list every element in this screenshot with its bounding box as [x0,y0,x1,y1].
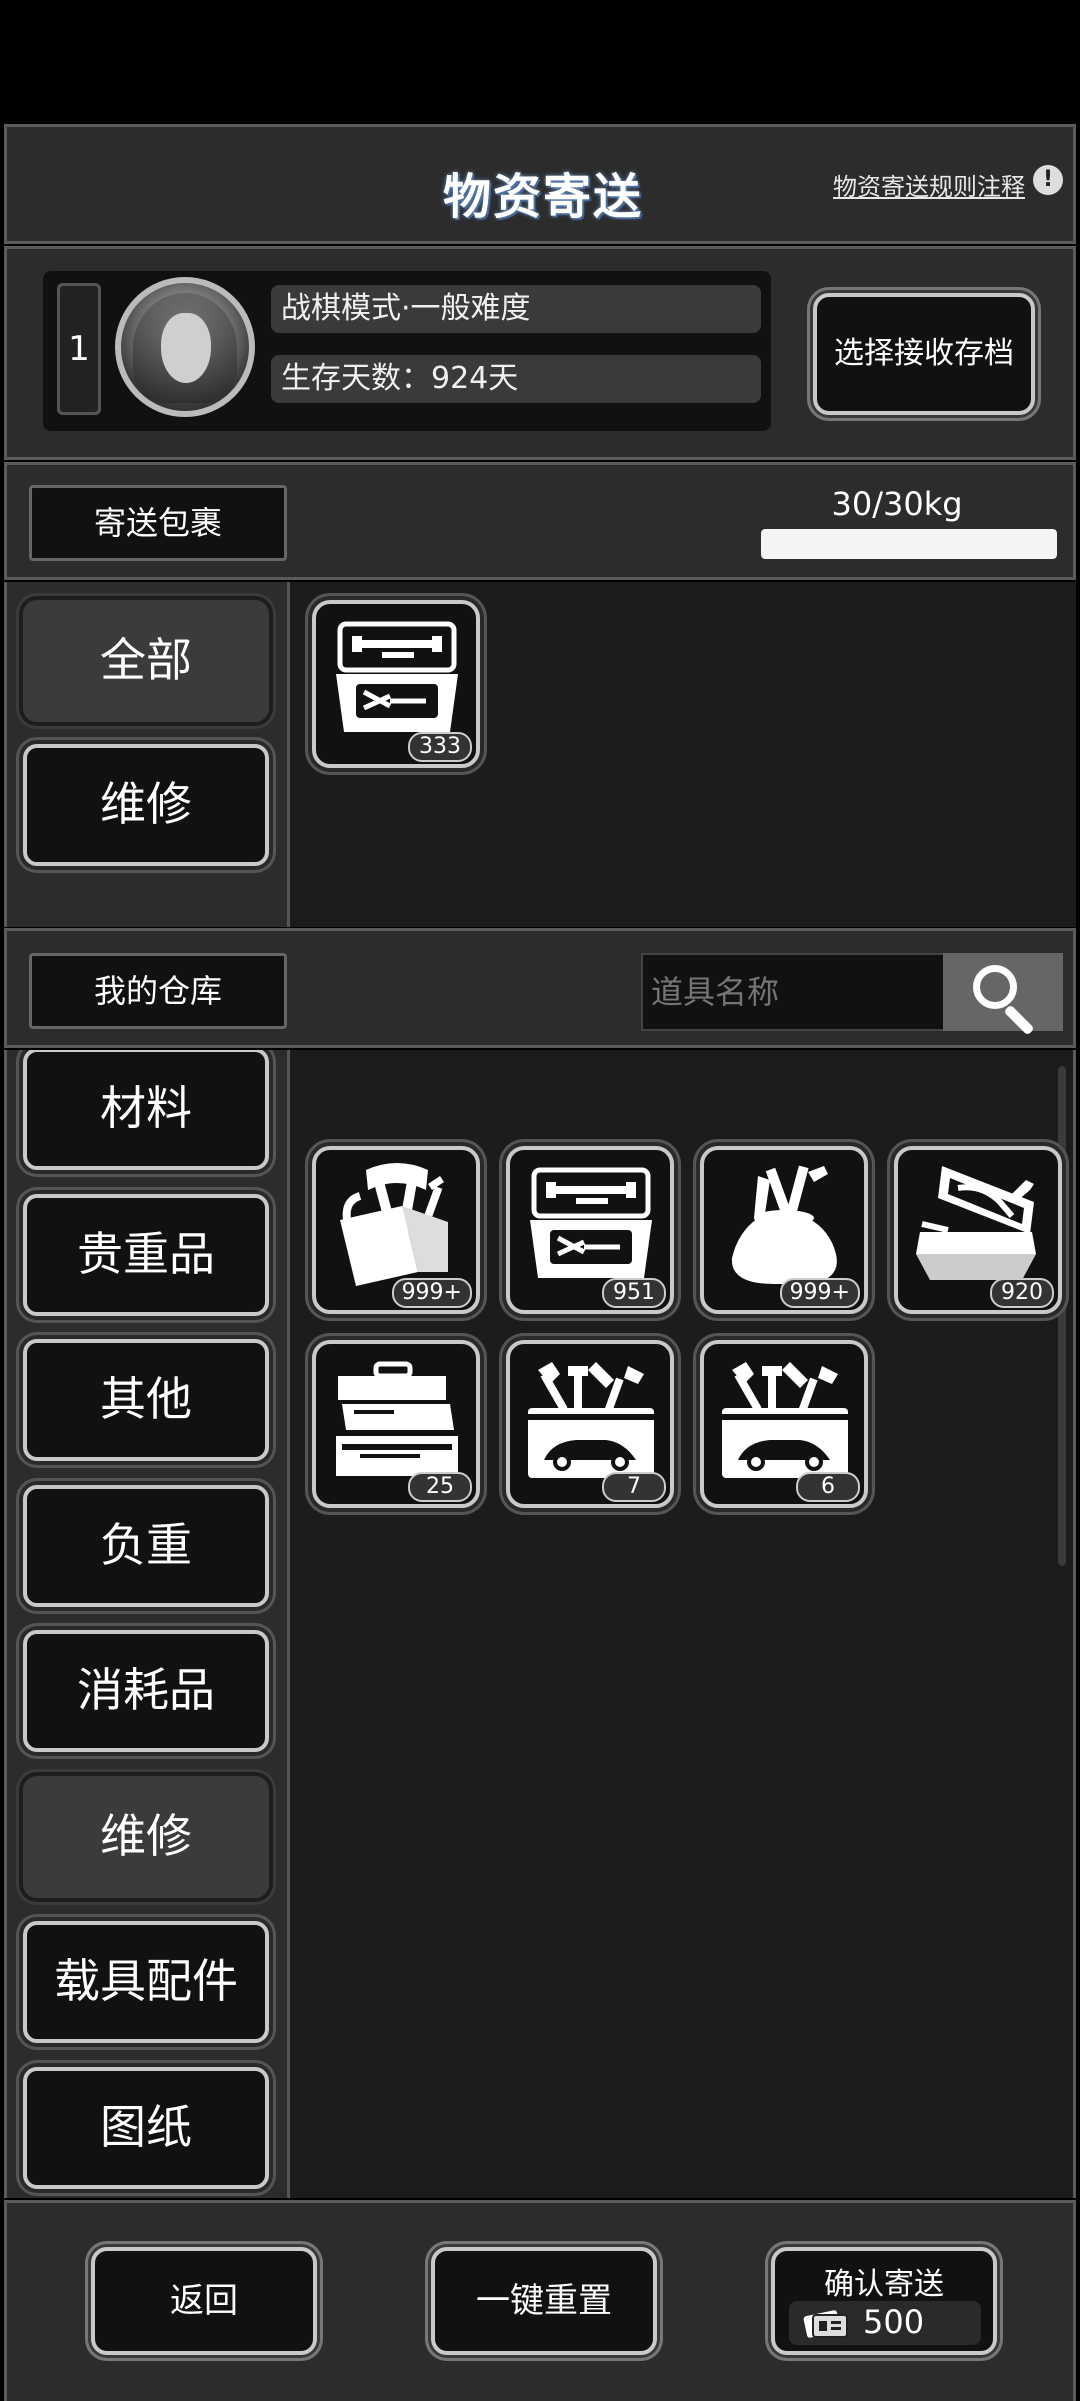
category-tab-8[interactable]: 图纸 [23,2066,269,2189]
save-card: 1 战棋模式·一般难度 生存天数：924天 [43,271,771,431]
category-tab-5[interactable]: 消耗品 [23,1630,269,1752]
tool-bag-icon [340,1163,448,1286]
warehouse-label: 我的仓库 [29,953,287,1029]
item-quantity: 333 [408,732,472,762]
weight-bar-fill [761,529,1057,559]
category-tab-2[interactable]: 贵重品 [23,1193,269,1316]
item-slot[interactable]: 999+ [700,1146,868,1314]
tool-sack-icon [731,1165,837,1284]
weight-text: 30/30kg [831,485,963,523]
car-repair-kit-icon [722,1362,848,1478]
category-tab-1[interactable]: 全部 [23,600,269,722]
category-tab-1[interactable]: 材料 [23,1050,269,1170]
avatar [115,277,255,417]
cost-box: 500 [789,2301,981,2345]
weight-bar [761,529,1057,559]
item-quantity: 999+ [779,1278,860,1308]
reset-button[interactable]: 一键重置 [431,2247,657,2355]
item-slot[interactable]: 6 [700,1340,868,1508]
back-button[interactable]: 返回 [91,2247,317,2355]
car-repair-kit-icon [528,1362,654,1478]
search-input[interactable] [641,953,945,1031]
cost-value: 500 [863,2303,925,2341]
rules-link[interactable]: 物资寄送规则注释 [833,167,1025,202]
avatar-face [161,313,211,383]
item-quantity: 951 [602,1278,666,1308]
select-receive-save-button[interactable]: 选择接收存档 [813,293,1035,415]
item-slot[interactable]: 951 [506,1146,674,1314]
item-quantity: 25 [408,1472,472,1502]
warehouse-item-grid: 999+ 951 999+ 920 25 7 6 [287,1050,1073,2198]
save-profile-bar: 1 战棋模式·一般难度 生存天数：924天 选择接收存档 [4,246,1076,460]
item-slot[interactable]: 999+ [312,1146,480,1314]
info-icon[interactable]: ! [1033,165,1063,195]
item-slot[interactable]: 7 [506,1340,674,1508]
category-tab-7[interactable]: 载具配件 [23,1921,269,2043]
pliers-case-icon [916,1166,1036,1280]
toolbox-open-icon [530,1167,652,1278]
confirm-send-label: 确认寄送 [824,2267,944,2302]
scrollbar[interactable] [1058,1066,1066,1566]
category-tab-4[interactable]: 负重 [23,1484,269,1607]
item-slot[interactable]: 920 [894,1146,1062,1314]
package-panel: 333 全部维修 [4,582,1076,927]
ticket-icon [803,2310,848,2338]
search-icon [943,953,1063,1036]
item-quantity: 999+ [391,1278,472,1308]
warehouse-panel: 999+ 951 999+ 920 25 7 6 材料 贵重品 其他 负重 消耗… [4,1050,1076,2198]
item-slot[interactable]: 333 [312,600,480,768]
category-tab-6[interactable]: 维修 [23,1775,269,1898]
survival-days-label: 生存天数：924天 [271,355,761,403]
package-label: 寄送包裹 [29,485,287,561]
toolbox-open-icon [336,621,458,732]
save-slot-number: 1 [57,283,101,415]
cantilever-toolbox-icon [336,1361,458,1476]
footer-bar: 返回 一键重置 确认寄送 500 [4,2200,1076,2401]
item-slot[interactable]: 25 [312,1340,480,1508]
category-tab-3[interactable]: 其他 [23,1339,269,1461]
category-tab-2[interactable]: 维修 [23,744,269,866]
package-item-grid: 333 [287,582,1076,927]
confirm-send-button[interactable]: 确认寄送 500 [771,2247,997,2355]
warehouse-header: 我的仓库 [4,928,1076,1048]
item-quantity: 920 [990,1278,1054,1308]
item-quantity: 6 [796,1472,860,1502]
header-bar: 物资寄送 物资寄送规则注释 ! [4,124,1076,244]
search-button[interactable] [943,953,1063,1036]
item-quantity: 7 [602,1472,666,1502]
game-mode-label: 战棋模式·一般难度 [271,285,761,333]
package-header: 寄送包裹 30/30kg [4,462,1076,580]
